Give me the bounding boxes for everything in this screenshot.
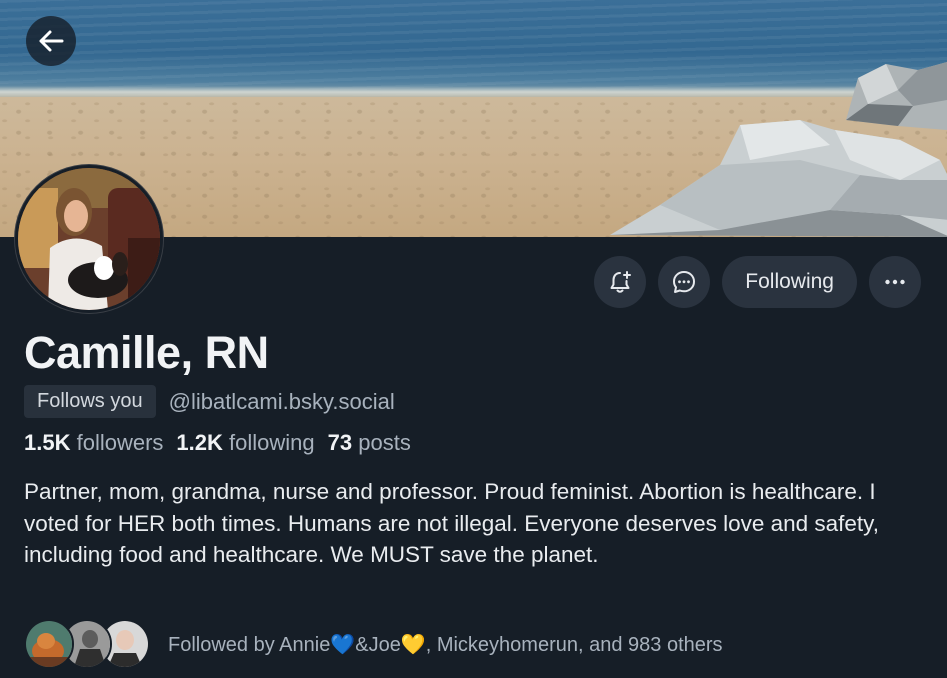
chat-bubble-icon (673, 271, 696, 293)
subscribe-notifications-button[interactable] (594, 256, 647, 308)
follower-avatar (24, 619, 74, 669)
profile-bio: Partner, mom, grandma, nurse and profess… (24, 479, 880, 567)
followers-count: 1.5K (24, 430, 71, 455)
profile-meta-row: Follows you @libatlcami.bsky.social (24, 385, 395, 418)
avatar-photo (18, 168, 160, 310)
following-button[interactable]: Following (722, 256, 857, 308)
follows-you-badge: Follows you (24, 385, 156, 418)
followed-by-row[interactable]: Followed by Annie💙&Joe💛, Mickeyhomerun, … (24, 619, 723, 669)
profile-actions: Following (594, 256, 921, 308)
profile-avatar[interactable] (15, 165, 163, 313)
message-button[interactable] (658, 256, 711, 308)
profile-stats: 1.5K followers 1.2K following 73 posts (24, 430, 411, 456)
arrow-left-icon (39, 30, 64, 52)
posts-count: 73 (327, 430, 353, 455)
followed-by-avatars (24, 619, 150, 669)
profile-page: Following Camille, RN Follows you @libat… (0, 0, 947, 678)
following-label: following (229, 430, 315, 455)
followers-label: followers (76, 430, 164, 455)
following-count: 1.2K (176, 430, 223, 455)
more-options-button[interactable] (869, 256, 921, 308)
followers-stat[interactable]: 1.5K followers (24, 430, 163, 456)
display-name: Camille, RN (24, 327, 269, 378)
posts-label: posts (358, 430, 411, 455)
ellipsis-icon (885, 279, 905, 285)
back-button[interactable] (26, 16, 76, 66)
banner-rock-large (610, 120, 947, 237)
follower-avatar-photo (26, 621, 72, 667)
posts-stat: 73 posts (328, 430, 411, 456)
following-stat[interactable]: 1.2K following (176, 430, 314, 456)
profile-handle: @libatlcami.bsky.social (168, 388, 395, 414)
banner-sea (0, 0, 947, 96)
bell-plus-icon (610, 271, 632, 293)
followed-by-text: Followed by Annie💙&Joe💛, Mickeyhomerun, … (168, 633, 723, 656)
